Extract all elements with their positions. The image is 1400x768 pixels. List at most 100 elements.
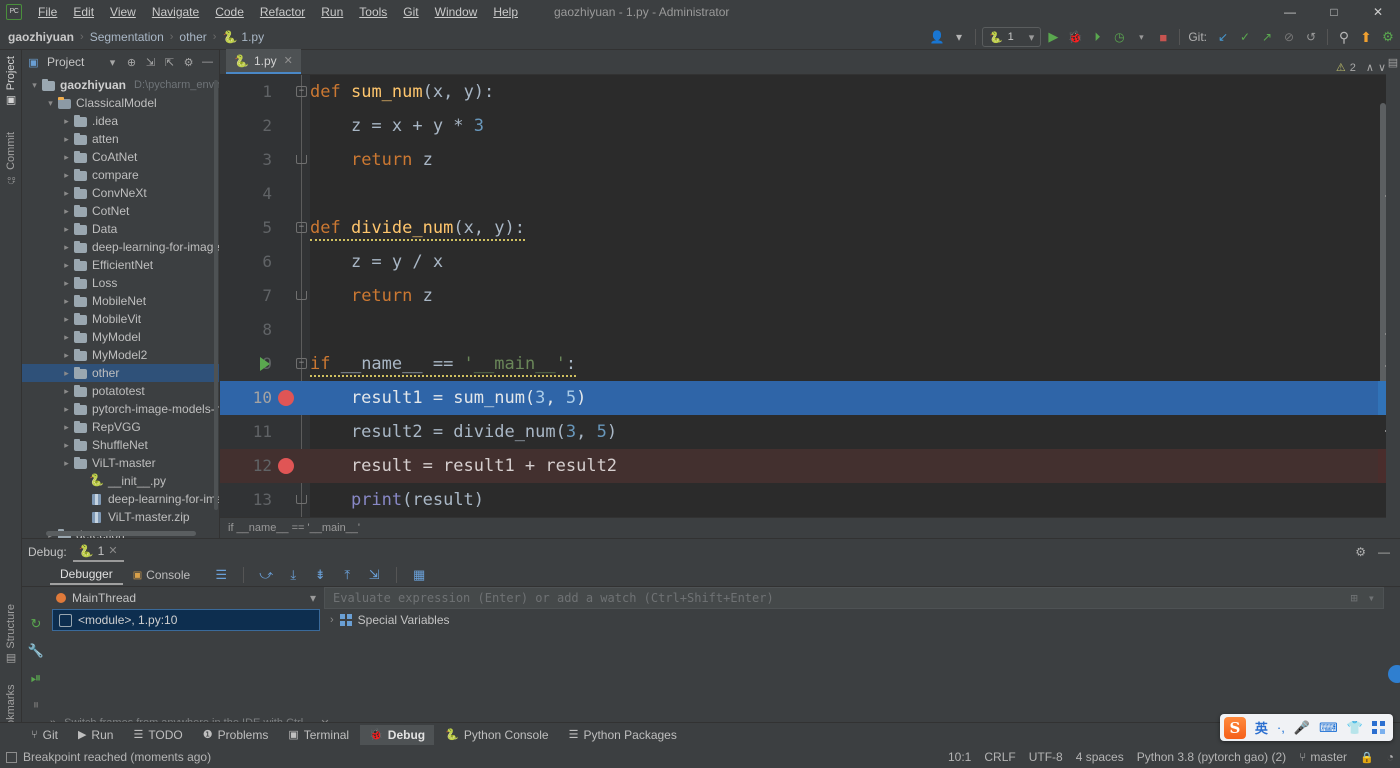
tree-expander-icon[interactable] (60, 296, 73, 307)
tree-expander-icon[interactable] (60, 350, 73, 361)
thread-selector[interactable]: MainThread ▾ (50, 587, 322, 609)
editor-tab-1py[interactable]: 🐍 1.py ✕ (226, 49, 301, 74)
stack-frame-row[interactable]: <module>, 1.py:10 (52, 609, 320, 631)
tree-expander-icon[interactable] (28, 80, 41, 91)
tree-node-gaozhiyuan[interactable]: gaozhiyuan D:\pycharm_envir\g (22, 76, 219, 94)
editor-breadcrumb[interactable]: if __name__ == '__main__' (220, 517, 1400, 538)
code-line-2[interactable]: 2 z = x + y * 3 (220, 109, 1400, 143)
tree-node-cotnet[interactable]: CotNet (22, 202, 219, 220)
tree-expander-icon[interactable] (60, 206, 73, 217)
tree-node-repvgg[interactable]: RepVGG (22, 418, 219, 436)
filter-icon[interactable]: ▾ (1368, 591, 1375, 605)
memory-indicator-icon[interactable]: ◔ (1387, 750, 1394, 764)
tree-node-convnext[interactable]: ConvNeXt (22, 184, 219, 202)
menu-refactor[interactable]: Refactor (252, 3, 313, 21)
line-separator[interactable]: CRLF (984, 750, 1015, 764)
tree-node-vilt-master[interactable]: ViLT-master (22, 454, 219, 472)
tool-window-button-python-packages[interactable]: ☰ Python Packages (560, 725, 686, 745)
expand-chevron-icon[interactable]: › (330, 614, 334, 626)
sidebar-item-structure[interactable]: ▤ Structure (0, 600, 22, 670)
code-line-11[interactable]: 11 result2 = divide_num(3, 5) (220, 415, 1400, 449)
evaluate-expression-input[interactable]: Evaluate expression (Enter) or add a wat… (324, 587, 1384, 609)
code-line-4[interactable]: 4 (220, 177, 1400, 211)
fold-region-end-icon[interactable] (296, 495, 307, 504)
tool-window-button-python-console[interactable]: 🐍 Python Console (436, 725, 557, 745)
git-push-icon[interactable]: ↗ (1257, 27, 1277, 47)
tool-window-button-debug[interactable]: 🐞 Debug (360, 724, 435, 745)
sidebar-item-commit[interactable]: ⎌ Commit (0, 128, 22, 189)
user-account-chevron-icon[interactable]: ▾ (949, 27, 969, 47)
profile-chevron-icon[interactable]: ▾ (1131, 27, 1151, 47)
tree-node-deep-learning-for-image-p[interactable]: deep-learning-for-image-p (22, 490, 219, 508)
tool-window-button-terminal[interactable]: ▣ Terminal (279, 725, 358, 745)
chevron-down-icon[interactable]: ▾ (310, 591, 316, 605)
restore-layout-icon[interactable]: ☰ (212, 566, 230, 584)
close-button[interactable]: ✕ (1356, 0, 1400, 24)
tool-window-button-run[interactable]: ▶ Run (69, 725, 122, 745)
rerun-icon[interactable]: ↻ (27, 615, 45, 633)
tool-window-button-todo[interactable]: ☰ TODO (124, 725, 191, 745)
tree-node-deep-learning-for-image[interactable]: deep-learning-for-image (22, 238, 219, 256)
indent-setting[interactable]: 4 spaces (1076, 750, 1124, 764)
tree-expander-icon[interactable] (60, 116, 73, 127)
tree-expander-icon[interactable] (60, 134, 73, 145)
menu-git[interactable]: Git (395, 3, 426, 21)
code-editor[interactable]: 1− def sum_num(x, y): 2 z = x + y * 33 ret… (220, 75, 1400, 517)
menu-file[interactable]: File (30, 3, 65, 21)
menu-edit[interactable]: Edit (65, 3, 102, 21)
tree-node-potatotest[interactable]: potatotest (22, 382, 219, 400)
git-commit-icon[interactable]: ✓ (1235, 27, 1255, 47)
chevron-down-icon[interactable]: ▾ (105, 55, 120, 70)
maximize-button[interactable]: □ (1312, 0, 1356, 24)
tool-window-button-problems[interactable]: ❶ Problems (194, 725, 278, 745)
fold-region-end-icon[interactable] (296, 291, 307, 300)
notifications-icon[interactable]: ▤ (1386, 56, 1400, 69)
menu-tools[interactable]: Tools (351, 3, 395, 21)
code-line-6[interactable]: 6 z = y / x (220, 245, 1400, 279)
tree-expander-icon[interactable] (60, 458, 73, 469)
collapse-all-icon[interactable]: ⇱ (162, 55, 177, 70)
resume-program-icon[interactable]: ⏯ (27, 669, 45, 687)
debug-button[interactable]: 🐞 (1065, 27, 1085, 47)
tree-node--init-py[interactable]: __init__.py (22, 472, 219, 490)
tree-node-other[interactable]: other (22, 364, 219, 382)
fold-region-end-icon[interactable] (296, 155, 307, 164)
tree-expander-icon[interactable] (60, 314, 73, 325)
fold-region-icon[interactable]: − (296, 358, 307, 369)
code-content[interactable]: 1− def sum_num(x, y): 2 z = x + y * 33 ret… (220, 75, 1400, 517)
tree-expander-icon[interactable] (60, 332, 73, 343)
git-update-icon[interactable]: ↙ (1213, 27, 1233, 47)
add-watch-icon[interactable]: ⊞ (1351, 591, 1358, 605)
tree-expander-icon[interactable] (44, 98, 57, 109)
close-icon[interactable]: ✕ (108, 544, 117, 557)
settings-icon[interactable]: ⚙ (1378, 27, 1398, 47)
step-out-icon[interactable]: ⤒ (338, 566, 356, 584)
tree-expander-icon[interactable] (60, 278, 73, 289)
ime-skin-icon[interactable]: 👕 (1347, 720, 1363, 736)
breadcrumb-file[interactable]: 🐍 1.py (220, 30, 266, 44)
git-history-icon[interactable]: ⊘ (1279, 27, 1299, 47)
sidebar-item-project[interactable]: ▣ Project (0, 52, 22, 111)
stop-button[interactable]: ■ (1153, 27, 1173, 47)
tree-expander-icon[interactable] (60, 404, 73, 415)
tree-expander-icon[interactable] (60, 170, 73, 181)
tree-node-mymodel[interactable]: MyModel (22, 328, 219, 346)
ime-microphone-icon[interactable]: 🎤 (1294, 720, 1310, 736)
menu-code[interactable]: Code (207, 3, 252, 21)
ime-apps-grid-icon[interactable] (1372, 721, 1385, 734)
fold-region-icon[interactable]: − (296, 222, 307, 233)
tree-node-data[interactable]: Data (22, 220, 219, 238)
tree-node-coatnet[interactable]: CoAtNet (22, 148, 219, 166)
prev-problem-icon[interactable]: ∧ (1366, 61, 1374, 74)
menu-view[interactable]: View (102, 3, 144, 21)
breadcrumb-other[interactable]: other (177, 30, 208, 44)
run-with-coverage-button[interactable]: ⏵ (1087, 27, 1107, 47)
tree-node-mobilenet[interactable]: MobileNet (22, 292, 219, 310)
tree-expander-icon[interactable] (60, 152, 73, 163)
code-line-12[interactable]: 12 result = result1 + result2 (220, 449, 1400, 483)
debug-session-tab[interactable]: 🐍 1 ✕ (72, 542, 124, 562)
lock-icon[interactable]: 🔒 (1360, 751, 1374, 764)
code-line-5[interactable]: 5 − def divide_num(x, y): (220, 211, 1400, 245)
evaluate-expression-icon[interactable]: ▦ (410, 566, 428, 584)
git-rollback-icon[interactable]: ↺ (1301, 27, 1321, 47)
